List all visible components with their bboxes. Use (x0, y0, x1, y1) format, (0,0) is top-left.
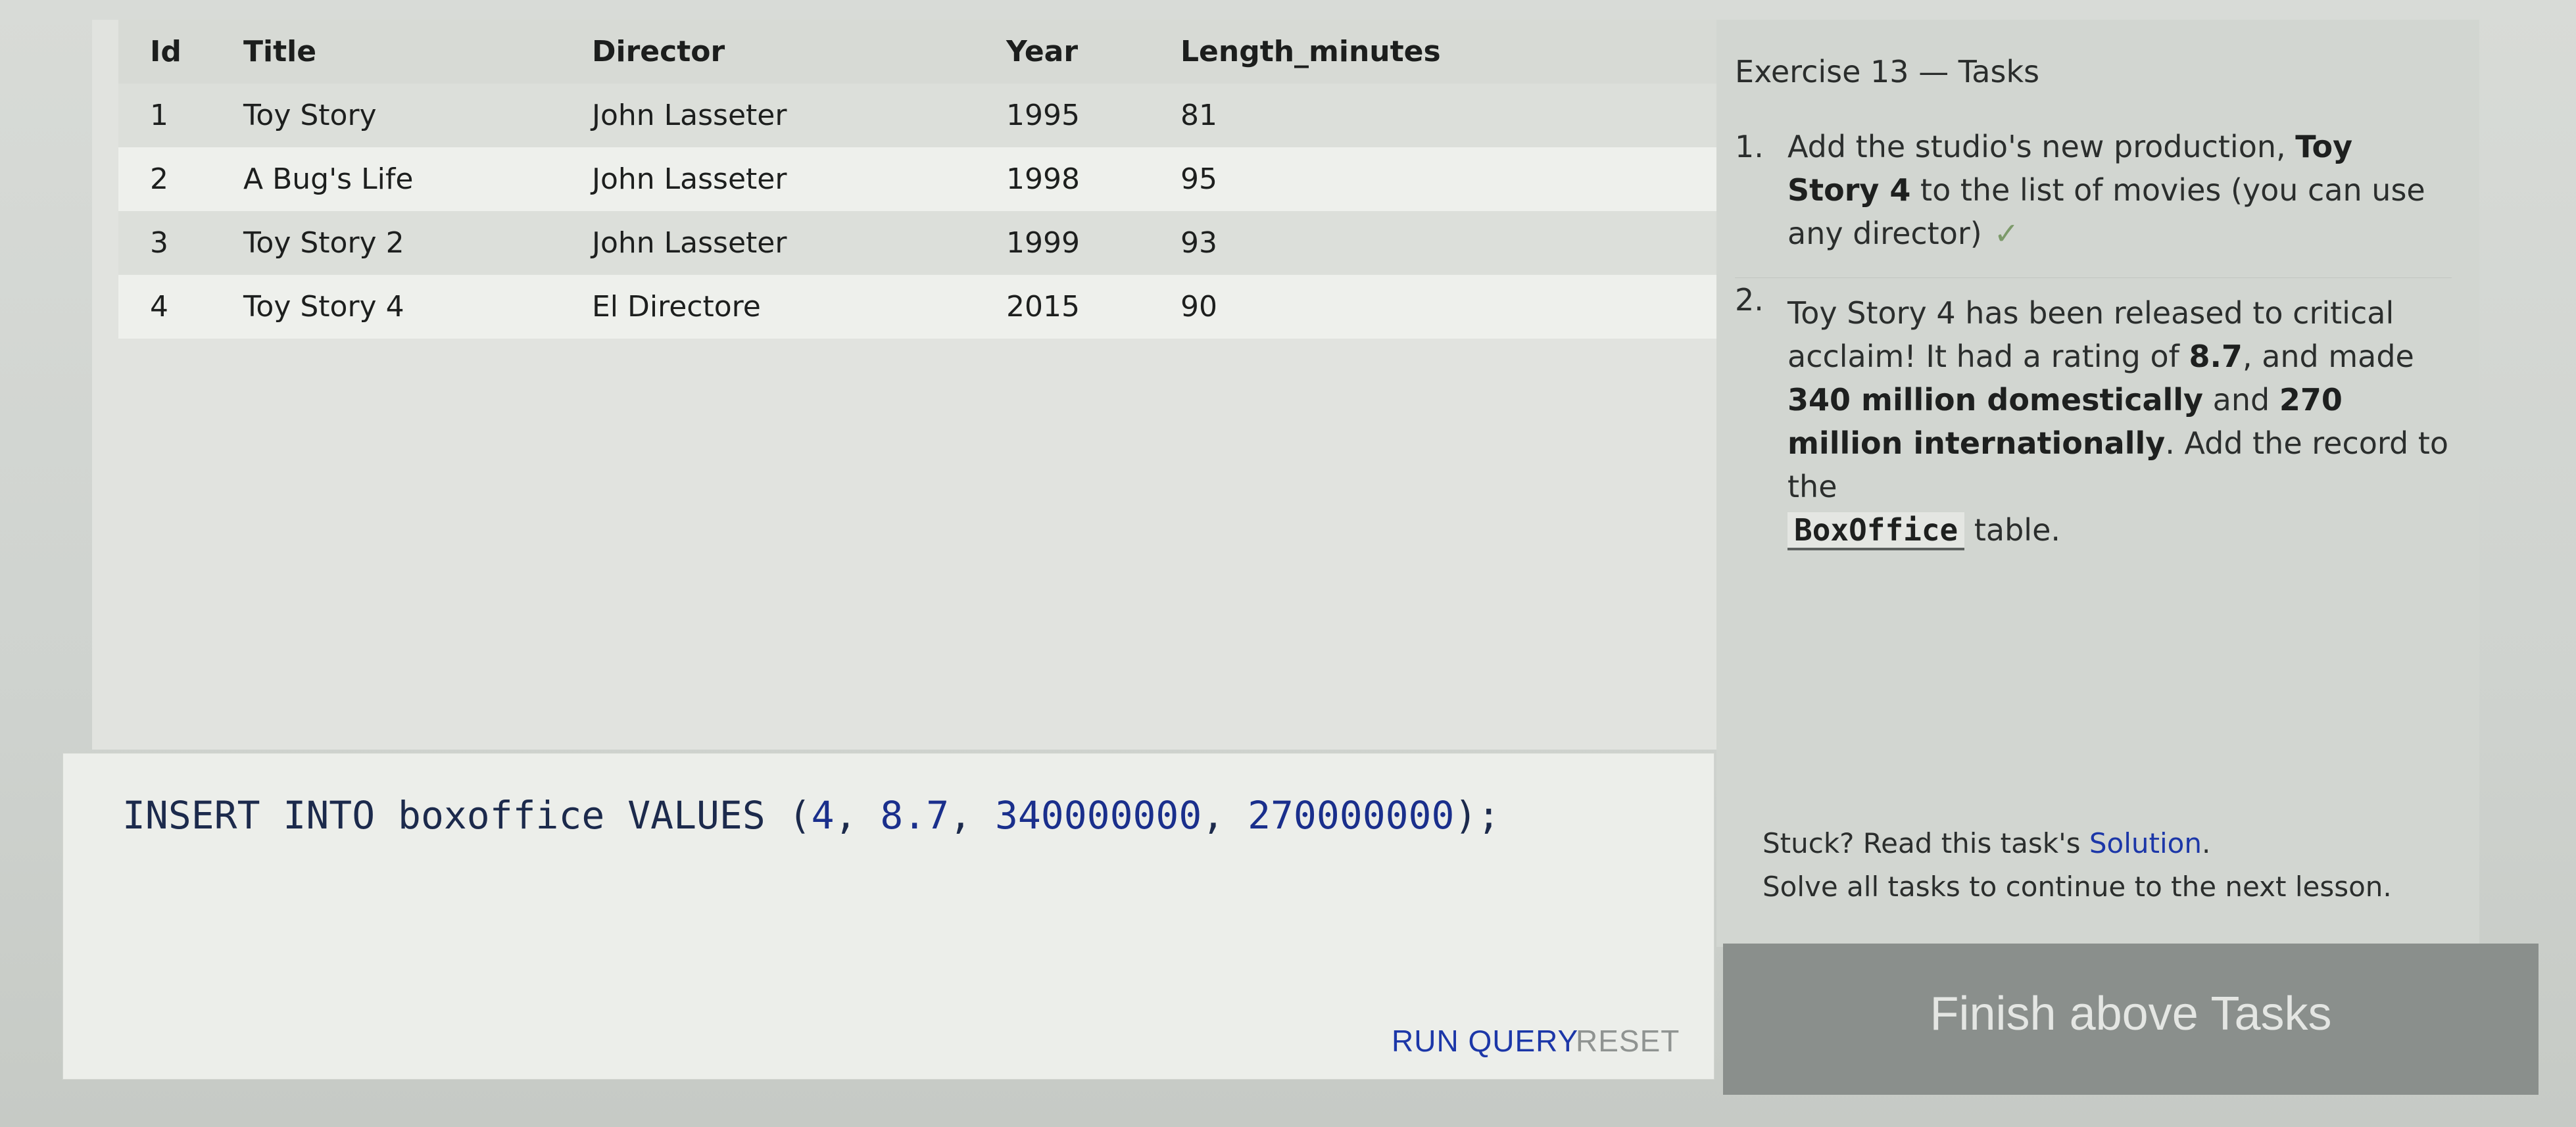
sql-value: 270000000 (1248, 793, 1455, 838)
cell-id: 2 (150, 162, 168, 196)
cell-title: A Bug's Life (243, 162, 414, 196)
cell-director: John Lasseter (592, 226, 787, 260)
header-id: Id (150, 35, 182, 68)
table-row: 3 Toy Story 2 John Lasseter 1999 93 (118, 211, 1716, 275)
header-length: Length_minutes (1180, 35, 1441, 68)
task-item: 1. Add the studio's new production, Toy … (1735, 125, 2452, 255)
table-row: 1 Toy Story John Lasseter 1995 81 (118, 84, 1716, 147)
header-year: Year (1006, 35, 1079, 68)
tasks-title: Exercise 13 — Tasks (1735, 54, 2040, 89)
cell-director: El Directore (592, 290, 761, 324)
cell-title: Toy Story 4 (243, 290, 404, 324)
cell-title: Toy Story (243, 99, 377, 132)
header-title: Title (243, 35, 317, 68)
task-text-part: , and made (2242, 339, 2414, 374)
sql-value: 4 (811, 793, 835, 838)
task-text-bold: 340 million domestically (1787, 382, 2204, 418)
header-director: Director (592, 35, 725, 68)
sql-keyword: VALUES (627, 793, 766, 838)
cell-year: 1999 (1006, 226, 1080, 260)
cell-length: 81 (1180, 99, 1217, 132)
code-term-boxoffice: BoxOffice (1787, 512, 1965, 550)
sql-value: 340000000 (994, 793, 1202, 838)
cell-year: 1998 (1006, 162, 1080, 196)
cell-year: 2015 (1006, 290, 1080, 324)
help-text-part: Stuck? Read this task's (1762, 827, 2081, 859)
reset-button[interactable]: RESET (1576, 1023, 1680, 1059)
results-table: Id Title Director Year Length_minutes 1 … (118, 20, 1716, 339)
tasks-panel: Exercise 13 — Tasks 1. Add the studio's … (1716, 20, 2479, 947)
cell-year: 1995 (1006, 99, 1080, 132)
task-text-part: and (2212, 382, 2270, 418)
sql-paren: ); (1454, 793, 1501, 838)
sql-table-name: boxoffice (398, 793, 605, 838)
task-text-bold: 8.7 (2189, 339, 2243, 374)
task-item: 2. Toy Story 4 has been released to crit… (1735, 277, 2452, 552)
cell-id: 3 (150, 226, 168, 260)
query-results: Id Title Director Year Length_minutes 1 … (92, 20, 1716, 750)
solution-link[interactable]: Solution (2089, 827, 2202, 859)
app-window: Id Title Director Year Length_minutes 1 … (0, 0, 2576, 1127)
sql-editor[interactable]: INSERT INTO boxoffice VALUES (4, 8.7, 34… (62, 753, 1714, 1080)
sql-value: 8.7 (880, 793, 950, 838)
task-text: Add the studio's new production, Toy Sto… (1787, 125, 2452, 255)
help-text: Stuck? Read this task's Solution. Solve … (1762, 822, 2392, 909)
task-text-part: table. (1974, 512, 2061, 548)
cell-length: 90 (1180, 290, 1217, 324)
table-row: 4 Toy Story 4 El Directore 2015 90 (118, 275, 1716, 339)
cell-length: 95 (1180, 162, 1217, 196)
check-icon: ✓ (1993, 216, 2020, 251)
table-row: 2 A Bug's Life John Lasseter 1998 95 (118, 147, 1716, 211)
table-header: Id Title Director Year Length_minutes (118, 20, 1716, 84)
help-text-part: . (2201, 827, 2211, 859)
run-query-button[interactable]: RUN QUERY (1392, 1023, 1578, 1059)
cell-director: John Lasseter (592, 99, 787, 132)
cell-length: 93 (1180, 226, 1217, 260)
task-number: 1. (1735, 129, 1764, 164)
sql-keyword: INSERT INTO (122, 793, 376, 838)
next-lesson-text: Solve all tasks to continue to the next … (1762, 871, 2392, 903)
sql-paren: ( (788, 793, 812, 838)
sql-query-text[interactable]: INSERT INTO boxoffice VALUES (4, 8.7, 34… (122, 793, 1500, 838)
cell-director: John Lasseter (592, 162, 787, 196)
finish-tasks-button[interactable]: Finish above Tasks (1723, 944, 2539, 1095)
finish-tasks-label: Finish above Tasks (1930, 988, 2332, 1040)
cell-id: 4 (150, 290, 168, 324)
task-number: 2. (1735, 282, 1764, 318)
task-text-part: Add the studio's new production, (1787, 129, 2286, 164)
cell-id: 1 (150, 99, 168, 132)
cell-title: Toy Story 2 (243, 226, 404, 260)
task-text: Toy Story 4 has been released to critica… (1787, 291, 2452, 552)
